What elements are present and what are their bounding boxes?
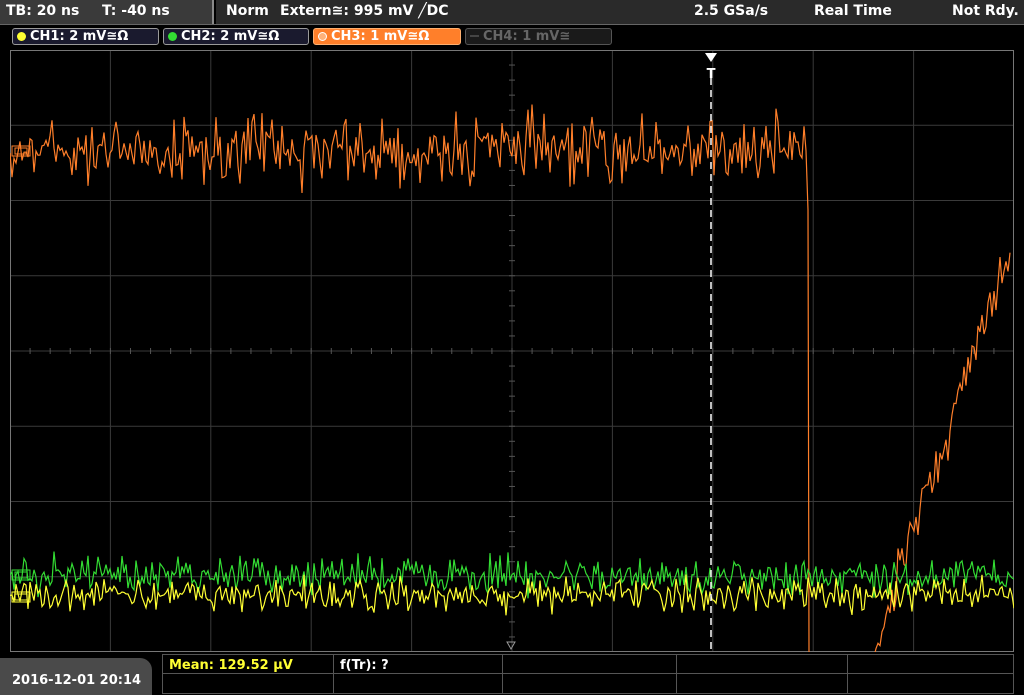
trigger-source-label[interactable]: Extern≅: 995 mV ╱DC [280, 3, 449, 19]
ch1-label: CH1: 2 mV≅Ω [30, 29, 129, 44]
measurement-panel: Mean: 129.52 µV f(Tr): ? [162, 654, 1014, 694]
status-bar: TB: 20 ns T: -40 ns Norm Extern≅: 995 mV… [0, 0, 1024, 25]
tab-ch1[interactable]: CH1: 2 mV≅Ω [12, 28, 159, 45]
channel-tab-row: CH1: 2 mV≅Ω CH2: 2 mV≅Ω CH3: 1 mV≅Ω CH4:… [0, 25, 1024, 48]
measurement-cell-empty-8[interactable] [502, 673, 677, 694]
waveform-display[interactable]: T [10, 50, 1014, 652]
ch2-label: CH2: 2 mV≅Ω [181, 29, 280, 44]
rise-time-measurement: f(Tr): ? [340, 658, 389, 673]
measurement-cell-rise-time[interactable]: f(Tr): ? [333, 654, 503, 674]
mean-measurement: Mean: 129.52 µV [169, 658, 293, 673]
measurement-cell-empty-10[interactable] [847, 673, 1014, 694]
measurement-cell-mean[interactable]: Mean: 129.52 µV [162, 654, 334, 674]
ch3-label: CH3: 1 mV≅Ω [331, 29, 430, 44]
timebase-panel[interactable]: TB: 20 ns T: -40 ns [0, 0, 214, 24]
trigger-panel: Norm Extern≅: 995 mV ╱DC 2.5 GSa/s Real … [216, 0, 1024, 24]
tab-ch2[interactable]: CH2: 2 mV≅Ω [163, 28, 309, 45]
measurement-cell-empty-9[interactable] [676, 673, 848, 694]
acquisition-state-label: Not Rdy. [952, 3, 1019, 19]
ch4-label: CH4: 1 mV≅ [483, 29, 571, 44]
measurement-cell-empty-4[interactable] [676, 654, 848, 674]
tab-ch3[interactable]: CH3: 1 mV≅Ω [313, 28, 461, 45]
measurement-cell-empty-3[interactable] [502, 654, 677, 674]
ch3-indicator-icon [318, 32, 327, 41]
timebase-label[interactable]: TB: 20 ns [6, 3, 79, 19]
acquisition-mode-label[interactable]: Real Time [814, 3, 892, 19]
ch4-off-indicator-icon [470, 35, 479, 37]
measurement-cell-empty-6[interactable] [162, 673, 334, 694]
sample-rate-label[interactable]: 2.5 GSa/s [694, 3, 768, 19]
measurement-cell-empty-5[interactable] [847, 654, 1014, 674]
tab-ch4[interactable]: CH4: 1 mV≅ [465, 28, 612, 45]
datetime-display: 2016-12-01 20:14 [0, 658, 152, 695]
ch2-indicator-icon [168, 32, 177, 41]
trigger-mode-label[interactable]: Norm [226, 3, 269, 19]
measurement-cell-empty-7[interactable] [333, 673, 503, 694]
bottom-bar: 2016-12-01 20:14 Mean: 129.52 µV f(Tr): … [0, 652, 1024, 695]
ch1-indicator-icon [17, 32, 26, 41]
trigger-offset-label[interactable]: T: -40 ns [102, 3, 170, 19]
trigger-marker-label: T [707, 67, 716, 82]
